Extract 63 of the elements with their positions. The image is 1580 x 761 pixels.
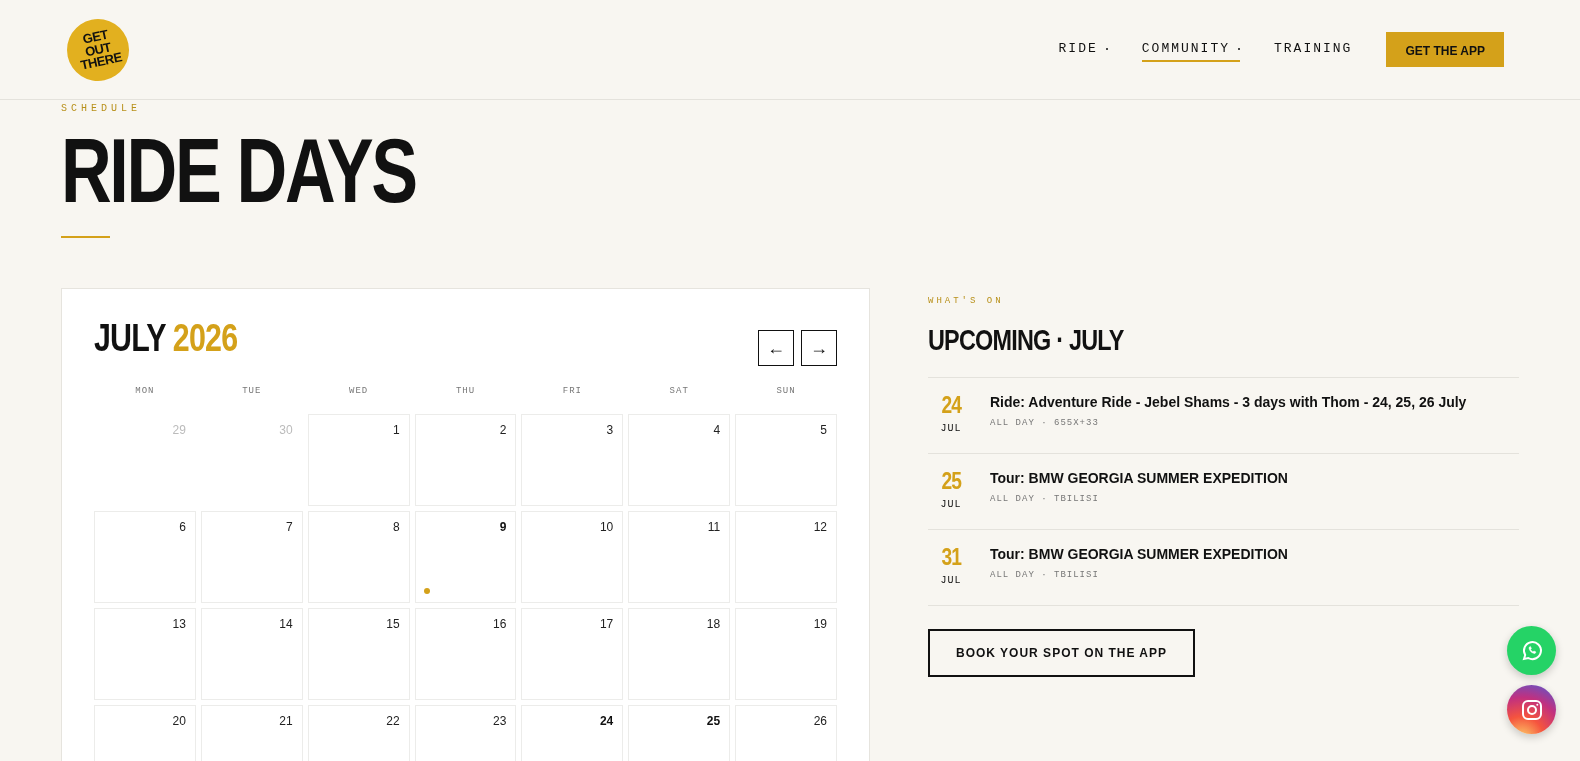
day-cell[interactable]: 19 (735, 608, 837, 700)
weekday-label: TUE (241, 386, 263, 398)
section-title: UPCOMING · JULY (928, 325, 1124, 355)
day-cell-text: 29 (171, 422, 187, 439)
event-title[interactable]: Tour: BMW GEORGIA SUMMER EXPEDITION (990, 546, 1288, 562)
day-cell[interactable]: 11 (628, 511, 731, 603)
event-month: JUL (940, 499, 962, 510)
weekday-label: WED (348, 386, 370, 398)
logo-text: GET OUT THERE (78, 27, 122, 72)
day-cell[interactable]: 10 (521, 511, 624, 603)
nav-link[interactable]: COMMUNITY (1141, 37, 1240, 62)
section-eyebrow: WHAT'S ON (928, 296, 1005, 306)
previous-month-button[interactable]: ← (758, 330, 794, 366)
day-cell[interactable]: 17 (521, 608, 624, 700)
day-cell[interactable]: 16 (414, 608, 517, 700)
event-title[interactable]: Tour: BMW GEORGIA SUMMER EXPEDITION (990, 470, 1288, 486)
day-cell[interactable]: 5 (735, 414, 837, 506)
event-meta: ALL DAY · 655X+33 (990, 418, 1100, 428)
day-cell[interactable]: 21 (200, 705, 303, 761)
event-month: JUL (940, 423, 962, 434)
day-cell[interactable]: 13 (94, 608, 196, 700)
day-cell[interactable]: 3 (521, 414, 624, 506)
day-cell[interactable]: 18 (628, 608, 731, 700)
event-day: 31 (941, 545, 961, 569)
nav-link[interactable]: TRAINING (1274, 37, 1353, 62)
day-cell[interactable]: 9 (414, 511, 517, 603)
nav-link[interactable]: RIDE (1058, 37, 1108, 62)
day-cell[interactable]: 15 (307, 608, 410, 700)
day-cell[interactable]: 22 (307, 705, 410, 761)
day-cell[interactable]: 14 (200, 608, 303, 700)
page-title: RIDE DAYS (61, 126, 416, 216)
get-app-button[interactable]: GET THE APP (1386, 32, 1504, 67)
day-cell[interactable]: 24 (521, 705, 624, 761)
weekday-label: THU (454, 386, 477, 398)
day-cell[interactable]: 8 (307, 511, 410, 603)
day-cell[interactable]: 26 (735, 705, 837, 761)
day-cell[interactable]: 25 (628, 705, 731, 761)
event-day: 25 (941, 469, 961, 493)
instagram-button[interactable] (1507, 685, 1556, 734)
day-cell[interactable]: 12 (735, 511, 837, 603)
weekday-label: SAT (668, 386, 690, 398)
book-spot-button[interactable]: BOOK YOUR SPOT ON THE APP (928, 629, 1196, 677)
weekday-label: SUN (775, 386, 797, 398)
instagram-icon (1519, 697, 1544, 722)
day-cell[interactable]: 20 (94, 705, 196, 761)
event-meta: ALL DAY · TBILISI (990, 494, 1100, 504)
section-eyebrow: SCHEDULE (61, 103, 142, 114)
day-cell[interactable]: 2 (414, 414, 517, 506)
weekday-label: FRI (561, 386, 583, 398)
day-cell[interactable]: 1 (307, 414, 410, 506)
day-cell[interactable]: 7 (200, 511, 303, 603)
weekday-label: MON (134, 386, 156, 398)
month-title: JULY 2026 (94, 319, 238, 357)
day-cell[interactable]: 6 (94, 511, 196, 603)
next-month-button[interactable]: → (801, 330, 837, 366)
event-day: 24 (941, 393, 961, 417)
day-cell[interactable]: 23 (414, 705, 517, 761)
event-meta: ALL DAY · TBILISI (990, 570, 1100, 580)
event-title[interactable]: Ride: Adventure Ride - Jebel Shams - 3 days with Thom - 24, 25, 26 July (990, 394, 1467, 410)
event-month: JUL (940, 575, 962, 586)
today-dot-icon (423, 588, 430, 594)
day-cell-text: 30 (278, 422, 294, 439)
day-cell[interactable]: 4 (628, 414, 731, 506)
